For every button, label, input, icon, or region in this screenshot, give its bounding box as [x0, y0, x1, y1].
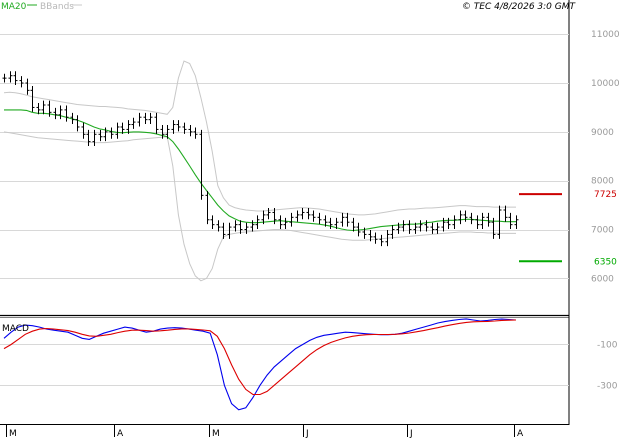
- moving-average: [4, 109, 516, 232]
- y-tick-labels: 6000 7000 8000 9000 10000 11000: [591, 30, 620, 284]
- y-tick-label-11000: 11000: [591, 30, 620, 40]
- y-tick-label-10000: 10000: [591, 79, 620, 89]
- macd-panel-title: MACD: [2, 324, 29, 334]
- resistance-label: 7725: [594, 190, 617, 200]
- macd-tick-label--300: -300: [597, 382, 618, 392]
- y-tick-label-6000: 6000: [591, 274, 614, 284]
- y-tick-label-7000: 7000: [591, 226, 614, 236]
- bbands-legend: BBands: [40, 2, 74, 12]
- gridlines: [0, 34, 569, 279]
- macd-line: [3, 318, 517, 411]
- x-tick-label-5: A: [517, 429, 524, 439]
- price-bars: [2, 71, 519, 247]
- chart-stage: 7725 6350 6000 7000 8000 9000 10000 11000 -100…: [0, 0, 627, 440]
- bollinger-bands: [3, 60, 516, 282]
- x-tick-label-0: M: [9, 429, 17, 439]
- x-tick-label-3: J: [305, 429, 309, 439]
- x-tick-label-1: A: [117, 429, 124, 439]
- lower-bollinger-band: [3, 131, 516, 282]
- stock-chart: 7725 6350 6000 7000 8000 9000 10000 11000 -100…: [0, 0, 620, 439]
- x-tick-labels: MAMJJA: [6, 425, 524, 439]
- macd-panel: -100 -300: [0, 318, 618, 411]
- macd-tick-label--100: -100: [597, 341, 618, 351]
- y-tick-label-9000: 9000: [591, 128, 614, 138]
- x-tick-label-4: J: [409, 429, 413, 439]
- copyright-stamp: © TEC 4/8/2026 3:0 GMT: [462, 2, 577, 12]
- y-tick-label-8000: 8000: [591, 177, 614, 187]
- upper-bollinger-band: [3, 60, 516, 216]
- signal-line: [3, 319, 517, 396]
- x-tick-label-2: M: [212, 429, 220, 439]
- ma20-line: [4, 109, 516, 232]
- ma20-legend: MA20: [1, 2, 27, 12]
- support-label: 6350: [594, 257, 617, 267]
